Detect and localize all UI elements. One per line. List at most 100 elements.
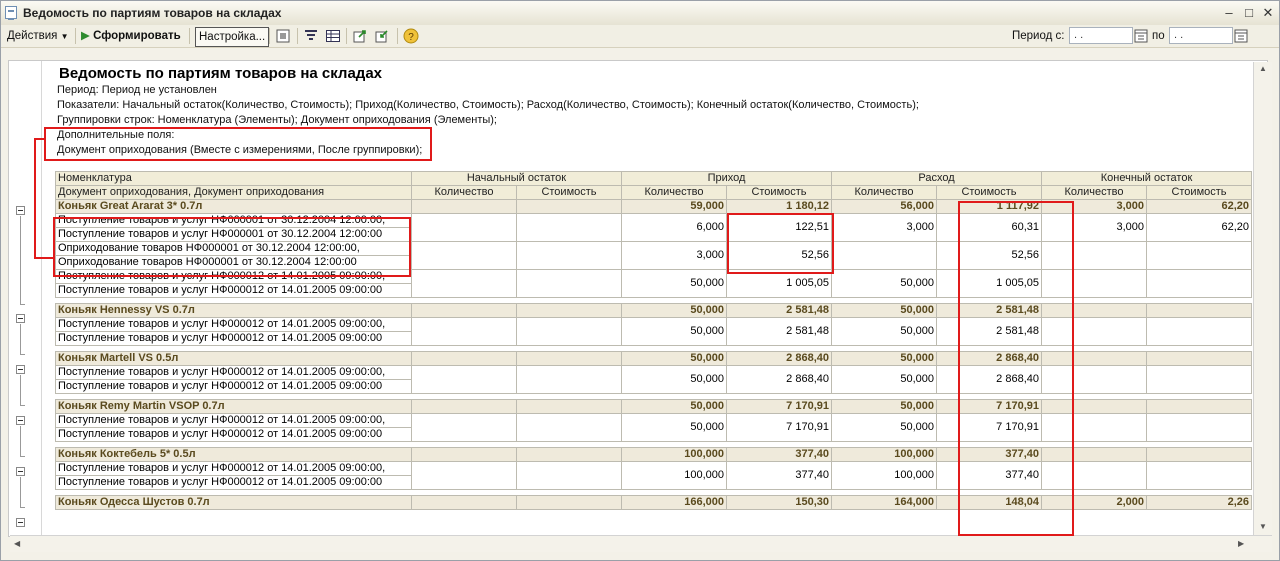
filter-icon[interactable] (303, 28, 319, 44)
highlight-connector (34, 257, 54, 259)
collapse-icon[interactable] (16, 467, 25, 476)
group-value: 62,20 (1146, 199, 1252, 214)
group-value (516, 495, 622, 510)
group-value (411, 447, 517, 462)
cell-value (516, 413, 622, 442)
actions-label: Действия (7, 30, 58, 42)
table-icon[interactable] (325, 28, 341, 44)
title-bar: Ведомость по партиям товаров на складах … (1, 1, 1279, 26)
close-icon[interactable]: ✕ (1260, 5, 1276, 21)
group-name: Коньяк Martell VS 0.5л (55, 351, 412, 366)
cell-value: 50,000 (621, 269, 727, 298)
vertical-scrollbar[interactable]: ▲ ▼ (1253, 62, 1272, 535)
scroll-up-icon[interactable]: ▲ (1259, 64, 1267, 73)
export-icon[interactable] (352, 28, 368, 44)
report-period: Период: Период не установлен (57, 84, 217, 96)
group-name: Коньяк Remy Martin VSOP 0.7л (55, 399, 412, 414)
group-value: 150,30 (726, 495, 832, 510)
toolbar-separator (269, 28, 270, 44)
print-icon[interactable] (275, 28, 291, 44)
group-value (1146, 399, 1252, 414)
actions-menu[interactable]: Действия ▼ (7, 27, 69, 45)
cell-value: 50,000 (621, 317, 727, 346)
group-value (516, 303, 622, 318)
group-value: 50,000 (621, 351, 727, 366)
cell-value: 50,000 (621, 365, 727, 394)
toolbar-separator (297, 28, 298, 44)
header-cost: Стоимость (936, 185, 1042, 200)
header-cost: Стоимость (1146, 185, 1252, 200)
group-value (516, 199, 622, 214)
cell-value (411, 461, 517, 490)
highlight-income-cost (727, 213, 834, 274)
cell-value (516, 269, 622, 298)
cell-value (411, 413, 517, 442)
group-value (516, 351, 622, 366)
group-value: 164,000 (831, 495, 937, 510)
minimize-icon[interactable]: – (1221, 5, 1237, 21)
group-value: 2 868,40 (726, 351, 832, 366)
cell-value (1146, 269, 1252, 298)
cell-value (1146, 241, 1252, 270)
cell-value (1146, 461, 1252, 490)
maximize-icon[interactable]: □ (1241, 5, 1257, 21)
import-icon[interactable] (374, 28, 390, 44)
cell-value (411, 365, 517, 394)
calendar-icon[interactable] (1134, 28, 1148, 43)
toolbar-separator (346, 28, 347, 44)
group-value: 50,000 (621, 399, 727, 414)
report-title: Ведомость по партиям товаров на складах (59, 65, 383, 82)
header-quantity: Количество (1041, 185, 1147, 200)
group-value: 7 170,91 (726, 399, 832, 414)
cell-value: 50,000 (621, 413, 727, 442)
cell-value (411, 213, 517, 242)
settings-button[interactable]: Настройка... (195, 27, 270, 47)
cell-value: 3,000 (621, 241, 727, 270)
scroll-right-icon[interactable]: ▶ (1238, 539, 1244, 548)
group-name: Коньяк Hennessy VS 0.7л (55, 303, 412, 318)
help-icon[interactable]: ? (403, 28, 419, 44)
group-value: 377,40 (726, 447, 832, 462)
collapse-icon[interactable] (16, 416, 25, 425)
scroll-down-icon[interactable]: ▼ (1259, 522, 1267, 531)
cell-value (516, 365, 622, 394)
collapse-icon[interactable] (16, 314, 25, 323)
tree-line (20, 456, 25, 457)
group-value (411, 199, 517, 214)
tree-line (20, 324, 21, 354)
group-value: 50,000 (831, 351, 937, 366)
group-value (1146, 447, 1252, 462)
tree-line (20, 426, 21, 456)
group-value (1146, 351, 1252, 366)
cell-value: 7 170,91 (726, 413, 832, 442)
group-value: 50,000 (831, 303, 937, 318)
cell-value: 2 868,40 (726, 365, 832, 394)
collapse-icon[interactable] (16, 365, 25, 374)
period-from-field[interactable]: . . (1069, 27, 1133, 44)
cell-value (411, 241, 517, 270)
cell-value: 62,20 (1146, 213, 1252, 242)
run-button[interactable]: ▶ Сформировать (81, 27, 181, 45)
cell-value (411, 269, 517, 298)
horizontal-scrollbar[interactable]: ◀ ▶ (10, 535, 1272, 552)
period-to-field[interactable]: . . (1169, 27, 1233, 44)
header-quantity: Количество (411, 185, 517, 200)
cell-value: 50,000 (831, 317, 937, 346)
chevron-down-icon: ▼ (60, 32, 69, 41)
document-name: Поступление товаров и услуг НФ000012 от … (55, 317, 412, 332)
cell-value (1146, 365, 1252, 394)
document-name: Поступление товаров и услуг НФ000012 от … (55, 283, 412, 298)
header-cost: Стоимость (726, 185, 832, 200)
report-indicators: Показатели: Начальный остаток(Количество… (57, 99, 919, 111)
cell-value (516, 317, 622, 346)
calendar-icon[interactable] (1234, 28, 1248, 43)
run-label: Сформировать (93, 30, 181, 42)
group-value: 166,000 (621, 495, 727, 510)
collapse-icon[interactable] (16, 518, 25, 527)
group-value: 2,26 (1146, 495, 1252, 510)
group-value: 1 180,12 (726, 199, 832, 214)
highlight-connector (34, 138, 36, 259)
collapse-icon[interactable] (16, 206, 25, 215)
cell-value: 3,000 (831, 213, 937, 242)
scroll-left-icon[interactable]: ◀ (14, 539, 20, 548)
